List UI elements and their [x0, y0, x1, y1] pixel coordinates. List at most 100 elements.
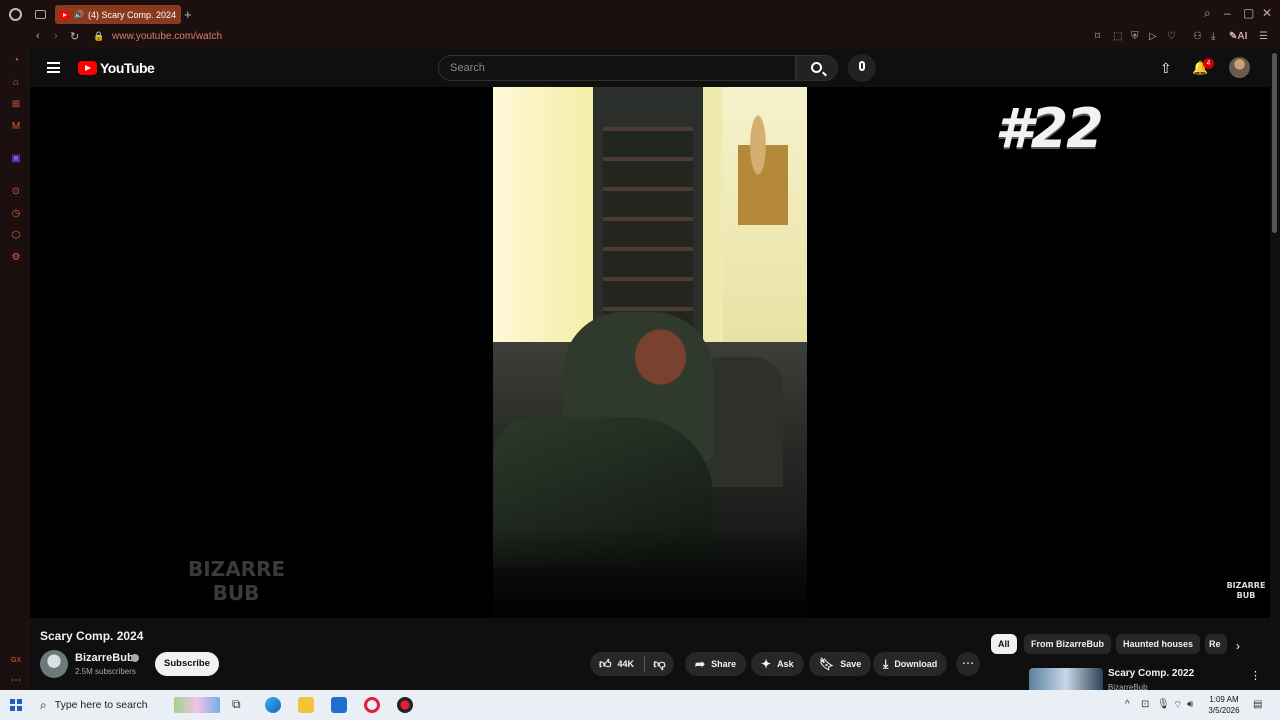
chip-all[interactable]: All [991, 634, 1017, 654]
clock-time: 1:09 AM [1209, 695, 1239, 704]
watermark-left: BIZARRE BUB [188, 557, 286, 605]
download-label: Download [894, 659, 938, 669]
tray-network-icon[interactable]: ⌔ [1173, 699, 1182, 712]
opera-gx-taskbar-icon[interactable] [397, 697, 413, 713]
search-box[interactable] [438, 55, 796, 81]
bookmark-icon[interactable]: ⌑ [1095, 31, 1100, 42]
tray-chevron-icon[interactable]: ^ [1125, 699, 1130, 710]
lock-icon[interactable]: 🔒 [93, 31, 104, 42]
sidebar-more-icon[interactable]: ⋯ [10, 675, 22, 687]
video-frame[interactable] [493, 87, 807, 618]
channel-avatar[interactable] [40, 650, 68, 678]
forward-icon[interactable]: › [54, 30, 58, 42]
gx-control-icon[interactable]: ◔ [10, 55, 22, 67]
extensions-icon[interactable]: ⬡ [10, 230, 22, 242]
speaker-icon[interactable]: 🔊 [74, 10, 84, 19]
ask-button[interactable]: ✦ Ask [751, 652, 804, 676]
menu-icon[interactable]: ☰ [1259, 31, 1268, 42]
watermark-right: BIZARRE BUB [1226, 581, 1266, 600]
channel-name[interactable]: BizarreBub [75, 652, 134, 664]
reload-icon[interactable]: ↻ [70, 30, 79, 43]
sparkle-icon: ✦ [761, 657, 772, 671]
browser-sidebar: ◔ ⌂ ⊞ M ▣ ⊙ ◷ ⬡ ⚙ GX ⋯ [0, 49, 30, 690]
tab-title: (4) Scary Comp. 2024 [87, 9, 177, 20]
subscribe-button[interactable]: Subscribe [155, 652, 219, 676]
recommended-thumbnail[interactable] [1029, 668, 1103, 690]
notification-center-icon[interactable]: ▤ [1253, 699, 1262, 710]
chip-from-channel[interactable]: From BizarreBub [1024, 634, 1112, 654]
page-scrollbar[interactable] [1272, 53, 1277, 233]
tab-overview-icon[interactable] [35, 10, 46, 19]
chip-haunted-houses[interactable]: Haunted houses [1116, 634, 1201, 654]
youtube-header: YouTube ⇧ 🔔 4 [30, 49, 1270, 87]
share-icon: ➦ [695, 657, 706, 671]
tray-display-icon[interactable]: ⊡ [1141, 699, 1149, 710]
dislike-button[interactable]: 👎︎ [645, 652, 674, 676]
bookmark-save-icon: 🔖︎ [819, 657, 835, 671]
edge-icon[interactable] [265, 697, 281, 713]
video-player[interactable]: #22 BIZARRE BUB BIZARRE BUB [30, 87, 1270, 618]
cleaner-icon[interactable]: ⌂ [10, 77, 22, 89]
browser-tab-active[interactable]: 🔊 (4) Scary Comp. 2024 [55, 5, 181, 24]
url-field[interactable]: www.youtube.com/watch [112, 31, 222, 42]
taskbar-search-icon: ⌕ [40, 697, 47, 712]
recommended-title[interactable]: Scary Comp. 2022 [1108, 668, 1194, 679]
twitch-icon[interactable]: ▣ [10, 153, 22, 165]
guide-menu-icon[interactable] [47, 62, 60, 73]
taskbar-clock[interactable]: 1:09 AM 3/5/2026 [1202, 694, 1246, 716]
thumbs-up-icon: 👍︎ [599, 657, 612, 671]
task-view-icon[interactable]: ⧉ [232, 697, 248, 713]
search-input[interactable] [450, 62, 770, 74]
store-icon[interactable] [331, 697, 347, 713]
share-button[interactable]: ➦ Share [685, 652, 747, 676]
chevron-right-icon[interactable]: › [1236, 639, 1240, 653]
start-windows-icon[interactable] [10, 699, 22, 711]
voice-search-button[interactable] [848, 54, 876, 82]
shield-icon[interactable]: ⛨ [1131, 31, 1139, 42]
more-actions-button[interactable]: ⋯ [956, 652, 980, 676]
like-button[interactable]: 👍︎ 44K [590, 652, 644, 676]
maximize-icon[interactable]: ▢ [1243, 6, 1254, 20]
chip-partial[interactable]: Re [1205, 634, 1227, 654]
video-title: Scary Comp. 2024 [40, 629, 144, 643]
history-icon[interactable]: ◷ [10, 208, 22, 220]
opera-logo-icon[interactable] [9, 8, 22, 21]
thumbs-down-icon: 👎︎ [653, 656, 666, 671]
new-tab-button[interactable]: + [184, 7, 192, 22]
mods-icon[interactable]: M [10, 121, 22, 133]
download-button[interactable]: ⤓ Download [873, 652, 948, 676]
minimize-icon[interactable]: – [1224, 6, 1231, 20]
player-sidebar-icon[interactable]: ⊙ [10, 186, 22, 198]
opera-taskbar-icon[interactable] [364, 697, 380, 713]
save-button[interactable]: 🔖︎ Save [809, 652, 872, 676]
youtube-logo-text: YouTube [100, 60, 155, 76]
search-highlight-image[interactable] [174, 697, 220, 713]
create-upload-icon[interactable]: ⇧ [1160, 60, 1174, 76]
tray-mic-icon[interactable]: 🎙︎ [1157, 699, 1170, 710]
player-icon[interactable]: ▷ [1149, 31, 1157, 42]
download-manager-icon[interactable]: ⤓ [1211, 31, 1215, 42]
corner-icon[interactable]: ⊞ [10, 99, 22, 111]
file-explorer-icon[interactable] [298, 697, 314, 713]
video-floor-shadow [493, 527, 807, 618]
taskbar-search-placeholder: Type here to search [54, 699, 148, 711]
settings-icon[interactable]: ⚙ [10, 252, 22, 264]
user-avatar[interactable] [1229, 57, 1250, 78]
subscriber-count: 2.5M subscribers [75, 667, 136, 676]
youtube-logo[interactable]: YouTube [78, 60, 155, 76]
recommended-menu-icon[interactable]: ⋮ [1250, 669, 1261, 682]
search-button[interactable] [796, 55, 838, 81]
snapshot-icon[interactable]: ⬚ [1113, 31, 1122, 42]
tray-volume-icon[interactable]: 🔊︎ [1187, 699, 1193, 710]
profile-icon[interactable]: ⚇ [1193, 31, 1202, 42]
ai-button[interactable]: ✎AI [1229, 31, 1247, 42]
search-tabs-icon[interactable]: ⌕ [1204, 6, 1211, 21]
back-icon[interactable]: ‹ [36, 30, 40, 42]
heart-icon[interactable]: ♡ [1167, 31, 1176, 42]
youtube-favicon-icon [59, 10, 70, 19]
verified-badge-icon [131, 654, 139, 662]
search-icon [811, 62, 822, 73]
close-window-icon[interactable]: ✕ [1262, 6, 1272, 20]
gx-label[interactable]: GX [10, 655, 22, 667]
video-clown-doll [738, 97, 788, 257]
